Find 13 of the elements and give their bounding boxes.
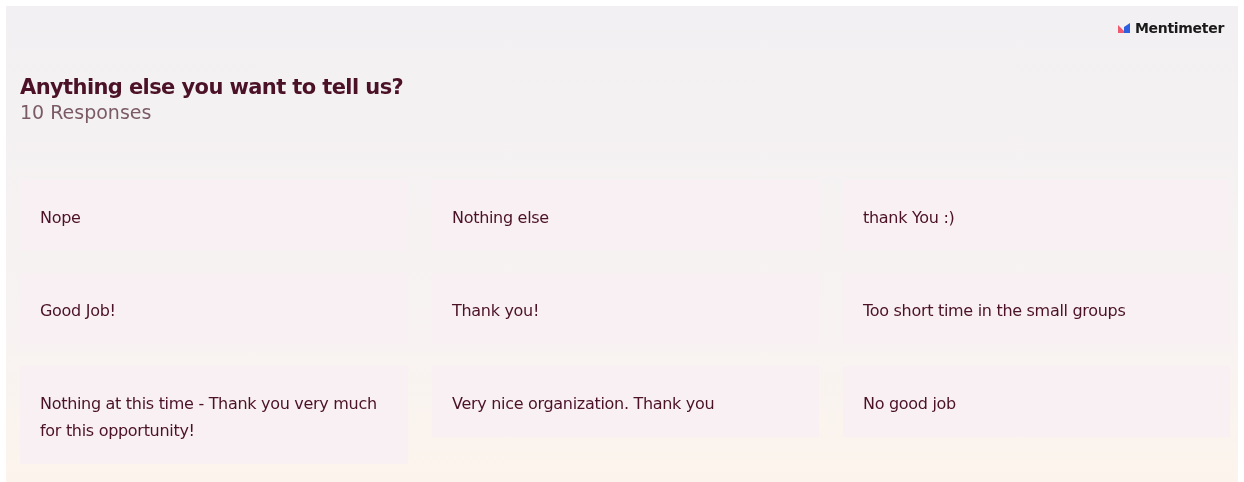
response-text: Nothing at this time - Thank you very much for this opportunity!: [40, 393, 378, 442]
response-text: Thank you!: [452, 300, 541, 322]
response-text: Good Job!: [40, 300, 117, 322]
response-text: Too short time in the small groups: [863, 300, 1127, 322]
response-text: thank You :): [863, 207, 956, 229]
response-text: No good job: [863, 393, 957, 415]
brand-name: Mentimeter: [1134, 20, 1224, 36]
question-title: Anything else you want to tell us?: [20, 74, 405, 100]
response-count: 10 Responses: [20, 100, 153, 124]
response-text: Very nice organization. Thank you: [452, 393, 716, 415]
response-text: Nothing else: [452, 207, 550, 229]
response-text: Nope: [40, 207, 82, 229]
logo-icon: [1117, 23, 1130, 33]
